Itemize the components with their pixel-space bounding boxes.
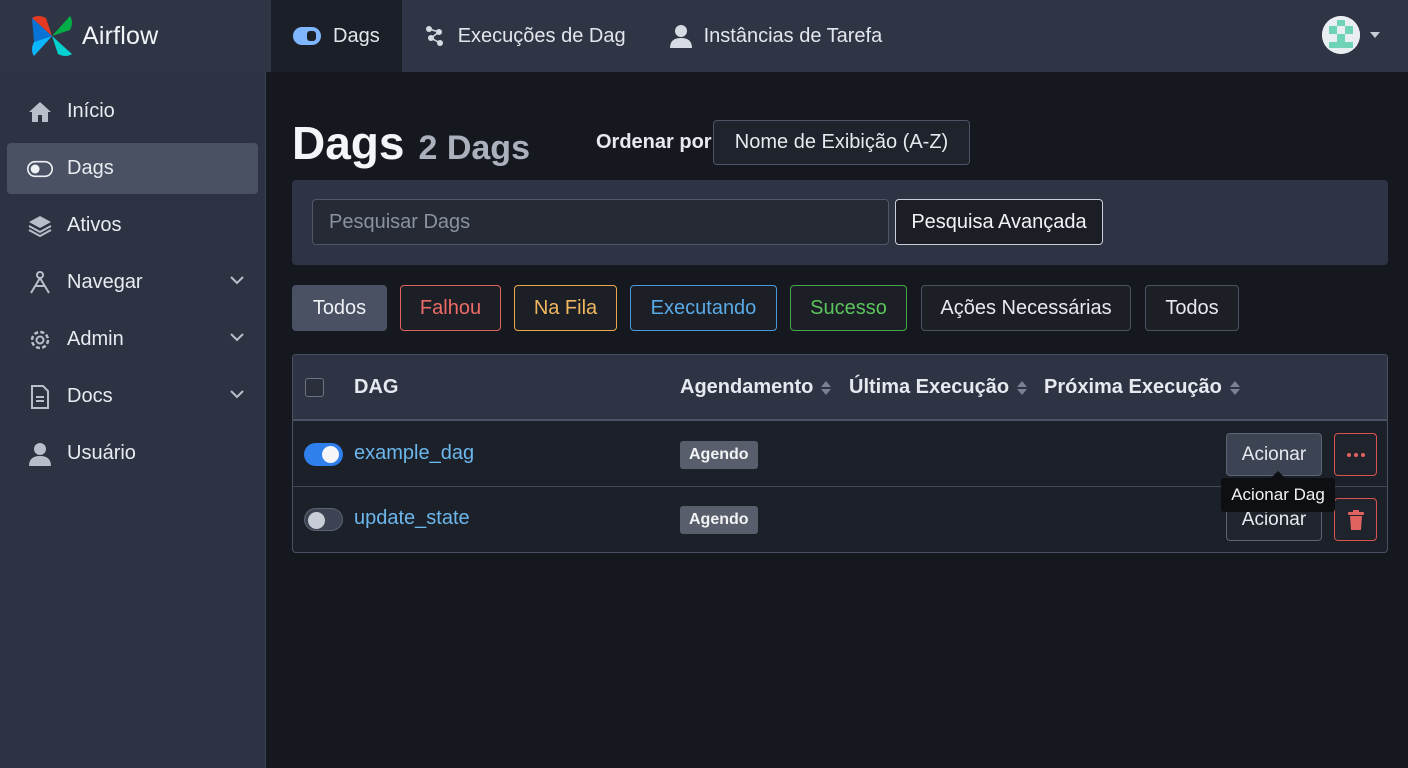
network-icon — [27, 270, 53, 296]
brand[interactable]: Airflow — [0, 0, 271, 72]
trash-icon — [1347, 509, 1364, 530]
sidebar-item-ativos[interactable]: Ativos — [7, 200, 258, 251]
filter-success-button[interactable]: Sucesso — [790, 285, 907, 331]
more-actions-button[interactable] — [1334, 433, 1377, 476]
sidebar-item-inicio[interactable]: Início — [7, 86, 258, 137]
dags-table: DAG Agendamento Última Execução Próxima … — [292, 354, 1388, 553]
sidebar-item-admin[interactable]: Admin — [7, 314, 258, 365]
column-header-label: Agendamento — [680, 376, 814, 398]
document-icon — [27, 384, 53, 410]
chevron-down-icon — [230, 276, 244, 285]
toggle-knob — [308, 512, 325, 529]
sort-icon — [1017, 380, 1028, 395]
column-header-dag[interactable]: DAG — [354, 376, 398, 399]
nav-tab-label: Execuções de Dag — [457, 24, 626, 47]
home-icon — [27, 99, 53, 125]
sidebar-item-label: Navegar — [67, 271, 143, 293]
filter-actions-needed-button[interactable]: Ações Necessárias — [921, 285, 1131, 331]
sort-label: Ordenar por — [596, 131, 712, 153]
chevron-down-icon — [230, 333, 244, 342]
sidebar-item-label: Início — [67, 100, 115, 122]
delete-dag-button[interactable] — [1334, 498, 1377, 541]
sidebar-item-dags[interactable]: Dags — [7, 143, 258, 194]
sidebar-item-usuario[interactable]: Usuário — [7, 428, 258, 479]
user-task-icon — [669, 25, 692, 48]
sort-icon — [821, 380, 832, 395]
column-header-last-run[interactable]: Última Execução — [849, 376, 1028, 399]
user-icon — [27, 441, 53, 467]
nav-tab-dags[interactable]: Dags — [271, 0, 402, 72]
column-header-label: Próxima Execução — [1044, 376, 1222, 398]
schedule-badge: Agendo — [680, 441, 758, 469]
page-header: Dags 2 Dags — [292, 116, 530, 170]
advanced-search-button[interactable]: Pesquisa Avançada — [895, 199, 1103, 245]
dag-link[interactable]: example_dag — [354, 442, 474, 465]
dag-enabled-toggle[interactable] — [304, 443, 343, 466]
top-navbar: Airflow Dags Execuções de Dag Instâncias… — [0, 0, 1408, 72]
sidebar-item-label: Ativos — [67, 214, 122, 236]
user-menu[interactable] — [1322, 16, 1380, 54]
avatar-identicon-icon — [1322, 16, 1360, 54]
chevron-down-icon — [230, 390, 244, 399]
column-header-next-run[interactable]: Próxima Execução — [1044, 376, 1240, 399]
search-panel: Pesquisa Avançada — [292, 180, 1388, 265]
toggle-icon — [293, 27, 321, 45]
airflow-logo-icon — [32, 16, 72, 56]
column-header-schedule[interactable]: Agendamento — [680, 376, 832, 399]
gear-icon — [27, 327, 53, 353]
nav-tab-dag-runs[interactable]: Execuções de Dag — [402, 0, 648, 72]
chevron-down-icon — [1370, 32, 1380, 38]
filter-running-button[interactable]: Executando — [630, 285, 777, 331]
schedule-badge: Agendo — [680, 506, 758, 534]
sidebar-item-label: Docs — [67, 385, 113, 407]
layers-icon — [27, 213, 53, 239]
trigger-dag-button[interactable]: Acionar — [1226, 433, 1322, 476]
column-header-label: DAG — [354, 376, 399, 398]
nav-tab-task-instances[interactable]: Instâncias de Tarefa — [648, 0, 905, 72]
filter-failed-button[interactable]: Falhou — [400, 285, 501, 331]
dag-count: 2 Dags — [418, 129, 530, 167]
sidebar: Início Dags Ativos Navegar Admin Docs Us… — [0, 72, 266, 768]
search-input[interactable] — [312, 199, 889, 245]
filter-all-button[interactable]: Todos — [292, 285, 387, 331]
sort-icon — [1229, 380, 1240, 395]
table-header: DAG Agendamento Última Execução Próxima … — [293, 355, 1387, 421]
sidebar-item-navegar[interactable]: Navegar — [7, 257, 258, 308]
brand-name: Airflow — [82, 21, 159, 50]
filter-all-secondary-button[interactable]: Todos — [1145, 285, 1239, 331]
trigger-tooltip: Acionar Dag — [1221, 471, 1335, 512]
more-icon — [1346, 452, 1365, 457]
sidebar-item-docs[interactable]: Docs — [7, 371, 258, 422]
dag-link[interactable]: update_state — [354, 507, 470, 530]
dag-runs-icon — [425, 26, 443, 46]
sort-select[interactable]: Nome de Exibição (A-Z) — [713, 120, 970, 165]
sidebar-item-label: Admin — [67, 328, 124, 350]
select-all-checkbox[interactable] — [305, 378, 324, 397]
dag-enabled-toggle[interactable] — [304, 508, 343, 531]
nav-tab-label: Dags — [333, 24, 380, 47]
sidebar-item-label: Usuário — [67, 442, 136, 464]
page-title: Dags — [292, 117, 405, 169]
toggle-icon — [27, 156, 53, 182]
column-header-label: Última Execução — [849, 376, 1010, 398]
nav-tab-label: Instâncias de Tarefa — [703, 24, 883, 47]
sidebar-item-label: Dags — [67, 157, 114, 179]
toggle-knob — [322, 446, 339, 463]
filter-queued-button[interactable]: Na Fila — [514, 285, 617, 331]
avatar[interactable] — [1322, 16, 1360, 54]
